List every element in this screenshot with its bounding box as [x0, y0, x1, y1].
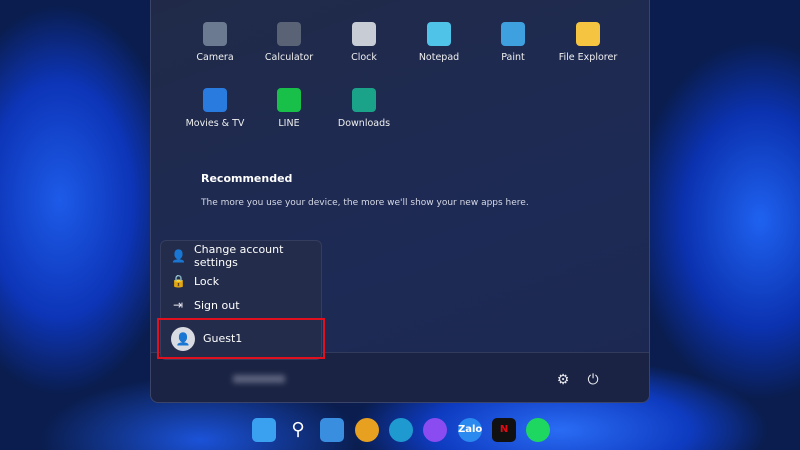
paint-icon [501, 22, 525, 46]
clock-icon [352, 22, 376, 46]
gear-icon[interactable]: ⚙ [552, 369, 574, 391]
movies-icon [203, 88, 227, 112]
lock-icon: 🔒 [171, 274, 186, 288]
account-settings-icon: 👤 [171, 249, 186, 263]
user-account-button[interactable]: 👤 Guest1 [157, 318, 325, 359]
camera-icon [203, 22, 227, 46]
recommended-title: Recommended [201, 172, 293, 185]
recommended-text: The more you use your device, the more w… [201, 198, 529, 208]
app-file-explorer[interactable]: File Explorer [548, 22, 628, 63]
messenger-icon[interactable] [423, 418, 447, 442]
line-icon [277, 88, 301, 112]
app-line[interactable]: LINE [249, 88, 329, 129]
netflix-icon[interactable]: N [492, 418, 516, 442]
notepad-icon [427, 22, 451, 46]
zalo-icon[interactable]: Zalo [458, 418, 482, 442]
sign-out-item[interactable]: ⇥ Sign out [171, 294, 240, 316]
sign-out-icon: ⇥ [172, 298, 184, 312]
calculator-icon [277, 22, 301, 46]
taskbar: ⚲ Zalo N [0, 410, 800, 450]
avatar: 👤 [171, 326, 195, 351]
app-paint[interactable]: Paint [473, 22, 553, 63]
user-name: Guest1 [203, 332, 243, 345]
chrome-icon[interactable] [355, 418, 379, 442]
app-clock[interactable]: Clock [324, 22, 404, 63]
spotify-icon[interactable] [526, 418, 550, 442]
power-icon[interactable]: ⏻ [582, 369, 604, 391]
search-icon[interactable]: ⚲ [286, 418, 310, 442]
app-movies-tv[interactable]: Movies & TV [175, 88, 255, 129]
app-notepad[interactable]: Notepad [399, 22, 479, 63]
app-calculator[interactable]: Calculator [249, 22, 329, 63]
downloads-icon [352, 88, 376, 112]
app-camera[interactable]: Camera [175, 22, 255, 63]
change-account-settings-item[interactable]: 👤 Change account settings [171, 243, 321, 269]
blurred-username [233, 375, 285, 383]
start-icon[interactable] [252, 418, 276, 442]
edge-icon[interactable] [389, 418, 413, 442]
folder-icon [576, 22, 600, 46]
lock-item[interactable]: 🔒 Lock [171, 270, 219, 292]
app-downloads[interactable]: Downloads [324, 88, 404, 129]
widgets-icon[interactable] [320, 418, 344, 442]
